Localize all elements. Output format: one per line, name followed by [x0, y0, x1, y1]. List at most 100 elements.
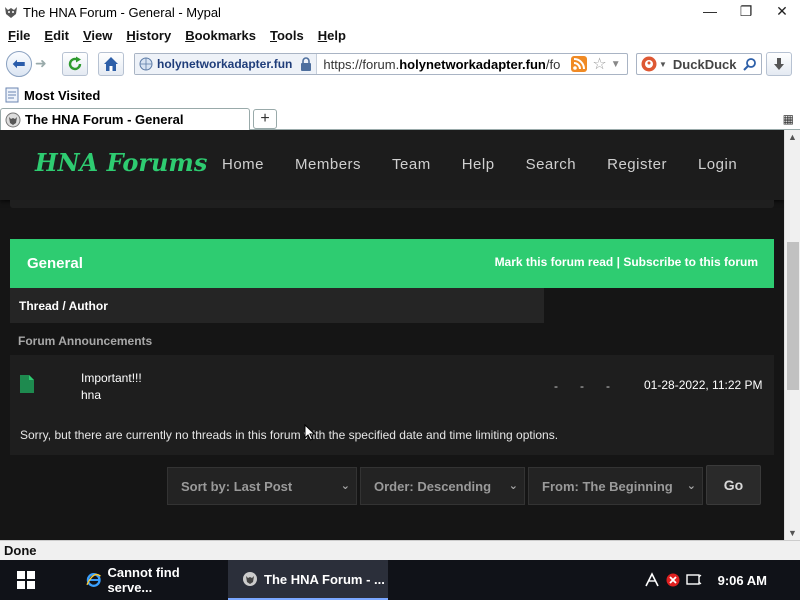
system-tray: 9:06 AM [644, 560, 800, 600]
downloads-button[interactable] [766, 52, 792, 76]
nav-search[interactable]: Search [526, 156, 577, 173]
site-nav: Home Members Team Help Search Register L… [222, 156, 768, 173]
plus-icon: + [260, 110, 270, 127]
taskbar-item-label: Cannot find serve... [107, 565, 180, 595]
address-bar[interactable]: holynetworkadapter.fun https://forum.hol… [134, 53, 628, 75]
forum-actions: Mark this forum read | Subscribe to this… [495, 255, 758, 269]
announcement-row: Important!!! hna - - - 01-28-2022, 11:22… [10, 355, 774, 455]
engine-dropdown-icon[interactable]: ▼ [659, 60, 667, 69]
back-button[interactable]: ⬅ [6, 51, 32, 77]
taskbar: Cannot find serve... The HNA Forum - ...… [0, 560, 800, 600]
reload-button[interactable] [62, 52, 88, 76]
menu-tools[interactable]: Tools [270, 28, 304, 43]
duckduckgo-icon [641, 56, 657, 72]
announcement-col-3: - [606, 379, 610, 393]
order-select[interactable]: Order: Descending ⌄ [360, 467, 525, 505]
menu-edit[interactable]: Edit [44, 28, 69, 43]
search-input[interactable]: DuckDuck [673, 57, 737, 72]
nav-login[interactable]: Login [698, 156, 737, 173]
globe-icon [139, 57, 153, 71]
chevron-down-icon[interactable]: ▼ [611, 59, 621, 70]
site-header: HNA Forums Home Members Team Help Search… [0, 130, 784, 200]
windows-logo-icon [17, 571, 35, 589]
restore-button[interactable]: ❐ [728, 0, 764, 22]
url-text[interactable]: https://forum.holynetworkadapter.fun/fo [323, 57, 569, 72]
navigation-toolbar: ⬅ ➜ holynetworkadapter.fun https://forum… [0, 46, 800, 84]
announcement-col-1: - [554, 379, 558, 393]
go-button[interactable]: Go [706, 465, 761, 505]
mark-forum-read-link[interactable]: Mark this forum read [495, 255, 614, 269]
forward-arrow-icon[interactable]: ➜ [35, 55, 47, 72]
taskbar-item-mypal[interactable]: The HNA Forum - ... [228, 560, 388, 600]
search-bar[interactable]: ▼ DuckDuck [636, 53, 762, 75]
tab-strip: The HNA Forum - General + ▦ [0, 106, 800, 130]
mypal-wolf-icon [5, 112, 21, 127]
notification-icon[interactable] [685, 573, 702, 587]
status-bar: Done [0, 540, 800, 560]
chevron-down-icon: ⌄ [340, 480, 350, 492]
scroll-down-icon[interactable]: ▼ [788, 528, 797, 538]
tab-hna-forum[interactable]: The HNA Forum - General [0, 108, 250, 130]
minimize-button[interactable]: — [692, 0, 728, 22]
vertical-scrollbar[interactable]: ▲ ▼ [784, 130, 800, 540]
close-button[interactable]: ✕ [764, 0, 800, 22]
taskbar-item-label: The HNA Forum - ... [264, 571, 385, 587]
rss-feed-icon[interactable] [571, 56, 588, 72]
thread-author-header[interactable]: Thread / Author [19, 299, 108, 313]
mypal-wolf-icon [243, 572, 257, 586]
scrollbar-thumb[interactable] [787, 242, 799, 390]
taskbar-item-ie[interactable]: Cannot find serve... [72, 560, 224, 600]
mouse-cursor-icon [304, 424, 316, 441]
menu-view[interactable]: View [83, 28, 112, 43]
announcement-last-post[interactable]: 01-28-2022, 11:22 PM [644, 378, 763, 392]
most-visited-link[interactable]: Most Visited [24, 88, 100, 103]
nav-home[interactable]: Home [222, 156, 264, 173]
mypal-wolf-icon [5, 7, 17, 18]
subscribe-forum-link[interactable]: Subscribe to this forum [623, 255, 758, 269]
back-arrow-icon: ⬅ [12, 56, 26, 73]
site-logo[interactable]: HNA Forums [35, 148, 207, 177]
home-icon [104, 57, 118, 71]
menu-file[interactable]: File [8, 28, 30, 43]
document-icon [20, 375, 34, 393]
header-shadow-strip [10, 200, 774, 208]
nav-team[interactable]: Team [392, 156, 431, 173]
reload-icon [68, 56, 82, 71]
list-all-tabs-icon[interactable]: ▦ [783, 112, 794, 126]
announcement-title[interactable]: Important!!! [81, 371, 142, 385]
nav-members[interactable]: Members [295, 156, 361, 173]
lock-icon [301, 57, 312, 71]
clock[interactable]: 9:06 AM [718, 573, 767, 588]
chevron-down-icon: ⌄ [686, 480, 696, 492]
sort-by-select[interactable]: Sort by: Last Post ⌄ [167, 467, 357, 505]
site-identity-button[interactable]: holynetworkadapter.fun [135, 54, 318, 74]
home-button[interactable] [98, 52, 124, 76]
menu-history[interactable]: History [126, 28, 171, 43]
search-icon[interactable] [743, 57, 757, 71]
ie-icon [86, 573, 101, 587]
announcement-col-2: - [580, 379, 584, 393]
thread-column-header: Thread / Author [10, 288, 544, 323]
new-tab-button[interactable]: + [253, 109, 277, 129]
announcements-label: Forum Announcements [18, 334, 153, 348]
tab-label: The HNA Forum - General [25, 112, 184, 127]
no-threads-message: Sorry, but there are currently no thread… [20, 428, 559, 442]
identity-label: holynetworkadapter.fun [157, 57, 293, 71]
announcement-author[interactable]: hna [81, 388, 101, 402]
bookmark-page-icon [5, 87, 19, 103]
page-viewport: HNA Forums Home Members Team Help Search… [0, 130, 784, 540]
from-date-select[interactable]: From: The Beginning ⌄ [528, 467, 703, 505]
network-icon[interactable] [644, 572, 660, 588]
nav-register[interactable]: Register [607, 156, 667, 173]
window-title: The HNA Forum - General - Mypal [23, 4, 221, 20]
download-arrow-icon [774, 58, 784, 70]
menu-bookmarks[interactable]: Bookmarks [185, 28, 256, 43]
menu-bar: File Edit View History Bookmarks Tools H… [0, 24, 800, 46]
chevron-down-icon: ⌄ [508, 480, 518, 492]
start-button[interactable] [0, 560, 52, 600]
menu-help[interactable]: Help [318, 28, 346, 43]
scroll-up-icon[interactable]: ▲ [788, 132, 797, 142]
error-x-icon[interactable] [666, 573, 680, 587]
bookmark-star-icon[interactable]: ☆ [592, 54, 606, 74]
nav-help[interactable]: Help [462, 156, 495, 173]
